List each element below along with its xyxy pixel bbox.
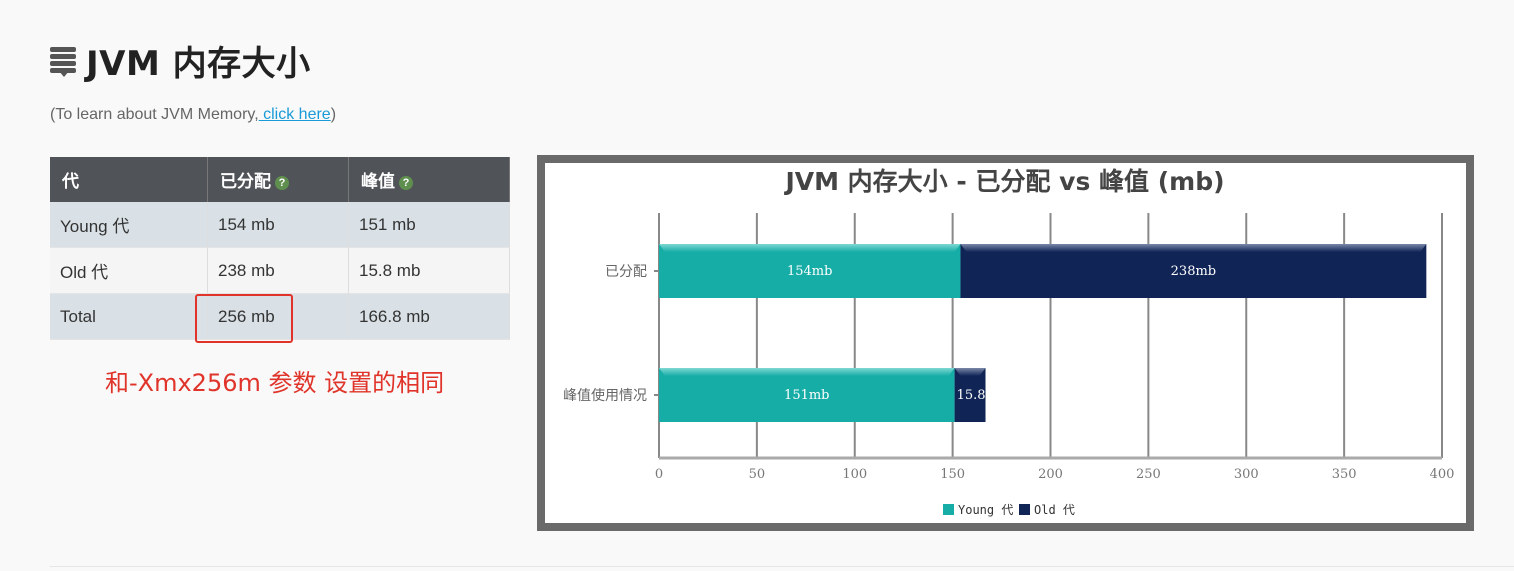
table-header-row: 代 已分配? 峰值? bbox=[50, 157, 510, 202]
bar-segment: 151mb bbox=[659, 368, 955, 422]
y-category-label: 已分配 bbox=[605, 264, 647, 280]
x-tick-label: 300 bbox=[1234, 467, 1259, 482]
x-tick-label: 250 bbox=[1136, 467, 1161, 482]
bar-value-label: 238mb bbox=[1171, 264, 1216, 279]
page-header: JVM 内存大小 bbox=[50, 36, 311, 85]
learn-prefix: (To learn about JVM Memory, bbox=[50, 106, 259, 123]
x-tick-label: 400 bbox=[1430, 467, 1455, 482]
header-allocated: 已分配? bbox=[207, 157, 349, 202]
legend-swatch bbox=[943, 504, 954, 515]
header-generation: 代 bbox=[50, 157, 208, 202]
x-tick-label: 350 bbox=[1332, 467, 1357, 482]
legend-swatch bbox=[1019, 504, 1030, 515]
y-category-label: 峰值使用情况 bbox=[563, 387, 647, 404]
chart-panel: JVM 内存大小 - 已分配 vs 峰值 (mb) 154mb 238mb 151m… bbox=[545, 163, 1466, 523]
x-tick-label: 0 bbox=[655, 467, 663, 482]
bar-segment: 238mb bbox=[960, 244, 1427, 298]
click-here-link[interactable]: click here bbox=[259, 106, 331, 123]
annotation-note: 和-Xmx256m 参数 设置的相同 bbox=[105, 369, 445, 397]
x-tick-label: 150 bbox=[940, 467, 965, 482]
cell-peak: 166.8 mb bbox=[348, 293, 510, 340]
stack-icon bbox=[50, 44, 76, 78]
cell-allocated: 238 mb bbox=[207, 247, 349, 294]
bar-bevel bbox=[960, 244, 1427, 252]
cell-peak: 151 mb bbox=[348, 202, 510, 248]
cell-generation: Total bbox=[50, 293, 208, 340]
highlight-box bbox=[195, 294, 293, 343]
header-peak: 峰值? bbox=[348, 157, 510, 202]
bar-segment: 15.8mb bbox=[954, 368, 1007, 422]
legend-label: Young 代 bbox=[958, 503, 1013, 517]
x-tick-label: 100 bbox=[842, 467, 867, 482]
bar-segment: 154mb bbox=[659, 244, 961, 298]
chart-title: JVM 内存大小 - 已分配 vs 峰值 (mb) bbox=[783, 167, 1224, 196]
cell-generation: Young 代 bbox=[50, 202, 208, 248]
bar-value-label: 151mb bbox=[784, 388, 829, 403]
cell-generation: Old 代 bbox=[50, 247, 208, 294]
divider bbox=[50, 566, 1514, 567]
help-icon[interactable]: ? bbox=[399, 176, 413, 190]
learn-suffix: ) bbox=[330, 106, 337, 123]
bar-bevel bbox=[659, 368, 955, 376]
learn-more-text: (To learn about JVM Memory, click here) bbox=[50, 106, 336, 124]
x-tick-label: 50 bbox=[749, 467, 766, 482]
help-icon[interactable]: ? bbox=[275, 176, 289, 190]
x-tick-label: 200 bbox=[1038, 467, 1063, 482]
legend-label: Old 代 bbox=[1034, 503, 1075, 517]
bar-value-label: 154mb bbox=[787, 264, 832, 279]
table-row: Young 代 154 mb 151 mb bbox=[50, 202, 510, 248]
chart-frame: JVM 内存大小 - 已分配 vs 峰值 (mb) 154mb 238mb 151m… bbox=[537, 155, 1474, 531]
table-row: Old 代 238 mb 15.8 mb bbox=[50, 247, 510, 294]
page-title: JVM 内存大小 bbox=[86, 44, 311, 84]
cell-allocated: 154 mb bbox=[207, 202, 349, 248]
cell-peak: 15.8 mb bbox=[348, 247, 510, 294]
bar-bevel bbox=[659, 244, 961, 252]
bar-value-label: 15.8mb bbox=[957, 388, 1007, 403]
memory-chart: JVM 内存大小 - 已分配 vs 峰值 (mb) 154mb 238mb 151m… bbox=[563, 167, 1455, 517]
